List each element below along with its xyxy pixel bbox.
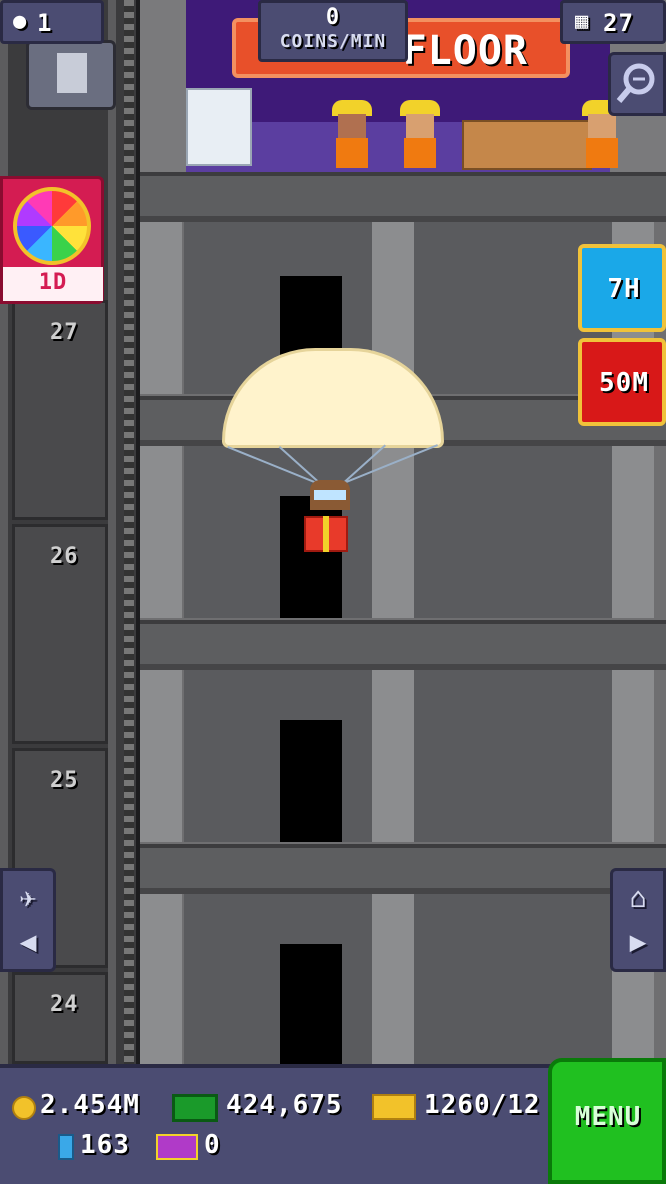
floor-number: 27 bbox=[50, 320, 79, 345]
people-counter[interactable]: ● 1 bbox=[0, 0, 104, 44]
arrow-left-icon: ◀ bbox=[19, 925, 37, 958]
floor-slab bbox=[140, 172, 666, 222]
coins-per-min-label: COINS/MIN bbox=[279, 31, 387, 52]
special-tickets-value: 0 bbox=[204, 1130, 221, 1160]
bux-value: 424,675 bbox=[226, 1090, 343, 1120]
timer-label: 7H bbox=[607, 274, 641, 304]
timer-button-blue[interactable]: 7H bbox=[578, 244, 666, 332]
bux-wheel-button[interactable]: 1D bbox=[0, 176, 104, 304]
people-count: 1 bbox=[37, 9, 53, 37]
elevator-cable bbox=[124, 0, 134, 1064]
floor-24[interactable] bbox=[140, 844, 666, 1068]
zoom-button[interactable] bbox=[608, 52, 666, 116]
elevator-tickets-value: 163 bbox=[80, 1130, 130, 1160]
golden-ticket-icon bbox=[372, 1094, 416, 1120]
arrow-right-icon: ▶ bbox=[629, 925, 647, 958]
menu-label: MENU bbox=[574, 1102, 642, 1132]
floor-number: 26 bbox=[50, 544, 79, 569]
elevator-ticket-icon bbox=[58, 1134, 74, 1160]
floor-25[interactable] bbox=[140, 620, 666, 844]
crate bbox=[462, 120, 592, 170]
timer-button-red[interactable]: 50M bbox=[578, 338, 666, 426]
elevator-car[interactable] bbox=[26, 40, 116, 110]
coins-per-min-display: 0 COINS/MIN bbox=[258, 0, 408, 62]
build-floor-label: FLOOR bbox=[402, 28, 528, 74]
worker bbox=[400, 100, 440, 170]
golden-tickets-value: 1260/12 bbox=[424, 1090, 541, 1120]
lobby-nav-button[interactable]: ✈ ◀ bbox=[0, 868, 56, 972]
paper-stack bbox=[186, 88, 252, 166]
coin-icon bbox=[12, 1096, 36, 1120]
elevator-operator bbox=[57, 53, 87, 93]
floor-slab bbox=[140, 844, 666, 894]
floor-counter[interactable]: ▦ 27 bbox=[560, 0, 666, 44]
gift-parachutist bbox=[304, 480, 356, 552]
coins-per-min-value: 0 bbox=[325, 5, 341, 30]
color-wheel-icon bbox=[13, 187, 91, 265]
zoom-icon bbox=[616, 63, 655, 103]
special-ticket-icon bbox=[156, 1134, 198, 1160]
floor-number: 24 bbox=[50, 992, 79, 1017]
menu-button[interactable]: MENU bbox=[548, 1058, 666, 1184]
home-icon: ⌂ bbox=[629, 881, 647, 914]
timer-label: 50M bbox=[599, 368, 649, 398]
top-nav-button[interactable]: ⌂ ▶ bbox=[610, 868, 666, 972]
floor-number: 25 bbox=[50, 768, 79, 793]
floor-count: 27 bbox=[603, 9, 634, 37]
people-icon: ● bbox=[13, 9, 28, 34]
plane-icon: ✈ bbox=[19, 881, 37, 914]
floor-door bbox=[280, 944, 342, 1066]
floor-slab bbox=[140, 620, 666, 670]
bux-icon bbox=[172, 1094, 218, 1122]
floor-door bbox=[280, 720, 342, 842]
building-icon: ▦ bbox=[575, 9, 590, 34]
bux-wheel-timer: 1D bbox=[38, 270, 68, 295]
coins-value: 2.454M bbox=[40, 1090, 140, 1120]
worker bbox=[332, 100, 372, 170]
